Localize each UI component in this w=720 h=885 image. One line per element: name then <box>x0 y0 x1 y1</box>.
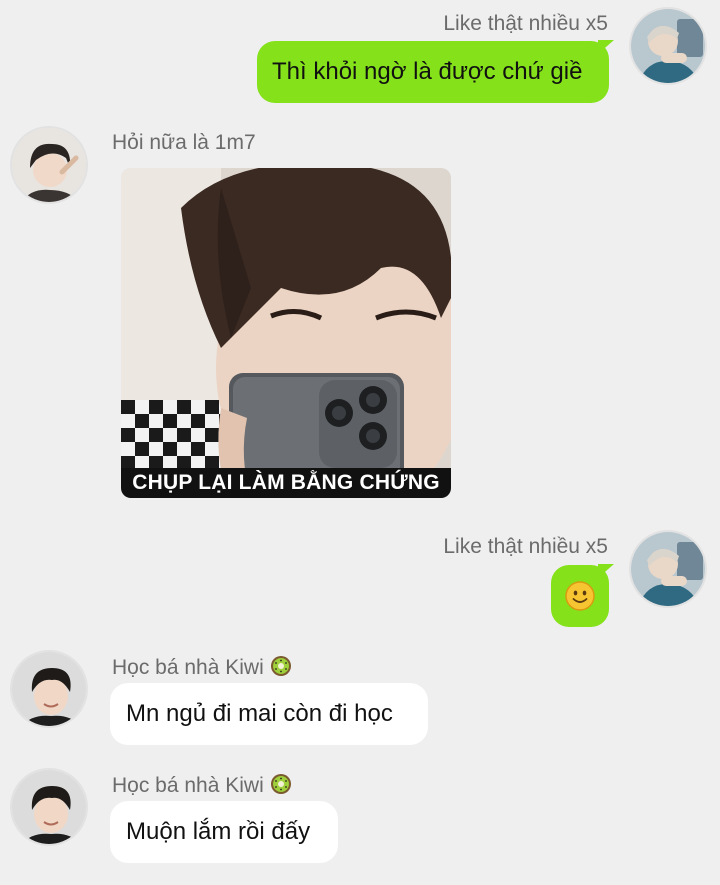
sender-name: Like thật nhiều x5 <box>443 535 608 558</box>
message-text: Mn ngủ đi mai còn đi học <box>126 700 393 727</box>
avatar-photo <box>631 9 705 83</box>
sender-name-row: Học bá nhà Kiwi <box>112 655 292 680</box>
sender-name-row: Học bá nhà Kiwi <box>112 773 292 798</box>
avatar[interactable] <box>10 650 88 728</box>
message-bubble[interactable]: Thì khỏi ngờ là được chứ giề <box>257 41 609 103</box>
message-bubble[interactable]: Muộn lắm rồi đấy <box>110 801 338 863</box>
avatar[interactable] <box>629 530 707 608</box>
avatar[interactable] <box>10 768 88 846</box>
avatar-photo <box>12 652 86 726</box>
message-text: Muộn lắm rồi đấy <box>126 818 311 845</box>
kiwi-icon <box>270 774 291 794</box>
smile-emoji-icon <box>565 581 595 611</box>
sender-name: Like thật nhiều x5 <box>443 12 608 35</box>
kiwi-icon <box>270 656 291 676</box>
sticker-photo <box>121 168 451 498</box>
avatar-photo <box>631 532 705 606</box>
message-text: Thì khỏi ngờ là được chứ giề <box>272 58 583 85</box>
sender-name: Học bá nhà Kiwi <box>112 656 264 679</box>
sender-name: Học bá nhà Kiwi <box>112 774 264 797</box>
avatar-photo <box>12 770 86 844</box>
sticker-image[interactable]: CHỤP LẠI LÀM BẰNG CHỨNG <box>121 168 451 498</box>
bubble-tail <box>598 40 614 54</box>
sticker-caption: CHỤP LẠI LÀM BẰNG CHỨNG <box>121 468 451 498</box>
avatar[interactable] <box>629 7 707 85</box>
bubble-tail <box>598 564 614 578</box>
message-bubble[interactable]: Mn ngủ đi mai còn đi học <box>110 683 428 745</box>
avatar[interactable] <box>10 126 88 204</box>
sender-name: Hỏi nữa là 1m7 <box>112 131 256 154</box>
avatar-photo <box>12 128 86 202</box>
